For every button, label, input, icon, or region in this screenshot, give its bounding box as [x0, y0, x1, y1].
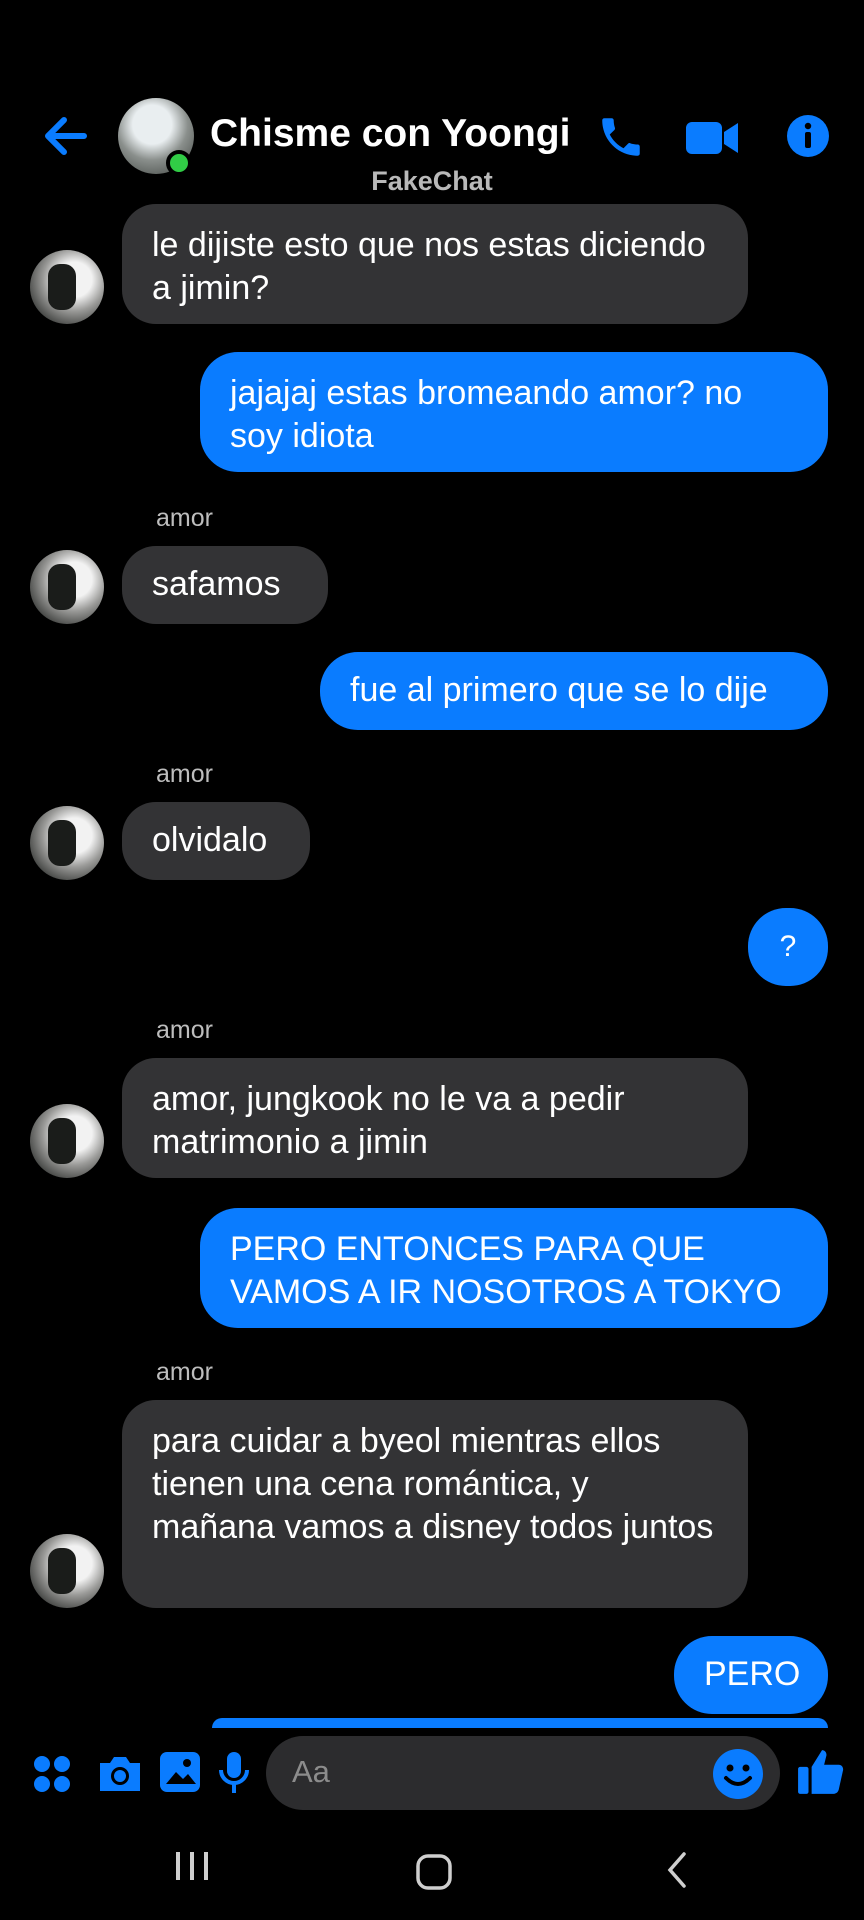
sender-avatar[interactable]	[30, 806, 104, 880]
message-bubble-incoming[interactable]: safamos	[122, 546, 328, 624]
message-bubble-outgoing[interactable]: fue al primero que se lo dije	[320, 652, 828, 730]
video-call-icon[interactable]	[684, 116, 740, 160]
chat-subtitle: FakeChat	[371, 166, 493, 196]
back-icon[interactable]	[662, 1850, 692, 1890]
message-input[interactable]: Aa	[266, 1736, 780, 1810]
chat-title[interactable]: Chisme con Yoongi	[210, 112, 570, 156]
thumbs-up-icon[interactable]	[796, 1746, 846, 1796]
sender-avatar[interactable]	[30, 1104, 104, 1178]
info-icon[interactable]	[786, 114, 830, 158]
phone-call-icon[interactable]	[596, 112, 646, 162]
apps-icon[interactable]	[32, 1754, 72, 1794]
sender-name: amor	[156, 1016, 213, 1044]
message-bubble-outgoing-partial[interactable]	[212, 1718, 828, 1728]
sender-avatar[interactable]	[30, 550, 104, 624]
message-bubble-outgoing[interactable]: PERO ENTONCES PARA QUE VAMOS A IR NOSOTR…	[200, 1208, 828, 1328]
gallery-icon[interactable]	[158, 1750, 202, 1794]
message-bubble-outgoing[interactable]: ?	[748, 908, 828, 986]
emoji-icon[interactable]	[712, 1748, 764, 1800]
back-arrow-icon[interactable]	[40, 110, 92, 162]
sender-name: amor	[156, 760, 213, 788]
message-bubble-outgoing[interactable]: PERO	[674, 1636, 828, 1714]
message-bubble-incoming[interactable]: le dijiste esto que nos estas diciendo a…	[122, 204, 748, 324]
message-bubble-incoming[interactable]: olvidalo	[122, 802, 310, 880]
message-bubble-outgoing[interactable]: jajajaj estas bromeando amor? no soy idi…	[200, 352, 828, 472]
message-input-placeholder: Aa	[292, 1754, 330, 1789]
sender-name: amor	[156, 1358, 213, 1386]
sender-name: amor	[156, 504, 213, 532]
message-bubble-incoming[interactable]: amor, jungkook no le va a pedir matrimon…	[122, 1058, 748, 1178]
sender-avatar[interactable]	[30, 1534, 104, 1608]
home-icon[interactable]	[414, 1852, 454, 1892]
recent-apps-icon[interactable]	[172, 1848, 212, 1884]
camera-icon[interactable]	[96, 1752, 144, 1794]
message-bubble-incoming[interactable]: para cuidar a byeol mientras ellos tiene…	[122, 1400, 748, 1608]
microphone-icon[interactable]	[218, 1750, 250, 1796]
sender-avatar[interactable]	[30, 250, 104, 324]
